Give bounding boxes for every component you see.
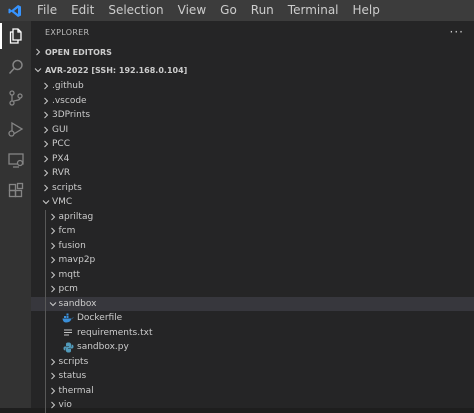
chevron-right-icon [41,184,51,192]
tree-item-label: PCC [52,139,70,150]
chevron-down-icon [48,300,58,308]
chevron-right-icon [48,256,58,264]
chevron-right-icon [48,387,58,395]
menu-bar: File Edit Selection View Go Run Terminal Help [30,0,387,21]
tree-item-label: status [58,371,87,382]
tree-item-label: GUI [52,124,69,135]
tree-file-requirements-txt[interactable]: requirements.txt [31,326,474,341]
menu-item-view[interactable]: View [171,0,213,21]
tree-item-label: RVR [52,168,71,179]
tree-item-label: requirements.txt [77,327,153,338]
file-tree: .github .vscode 3DPrints GUI PCC PX4 RVR script… [31,79,474,413]
text-file-icon [62,327,74,339]
chevron-right-icon [41,126,51,134]
menu-item-edit[interactable]: Edit [64,0,101,21]
tree-item-label: vio [58,400,72,411]
tree-item-label: mqtt [58,269,81,280]
chevron-right-icon [48,227,58,235]
docker-file-icon [62,312,74,324]
chevron-right-icon [48,358,58,366]
chevron-right-icon [41,97,51,105]
tree-item-label: .github [52,81,84,92]
chevron-right-icon [41,82,51,90]
run-debug-icon[interactable] [0,114,31,144]
vscode-logo-icon [0,0,30,21]
tree-folder-vio[interactable]: vio [31,398,474,413]
workspace-section[interactable]: AVR-2022 [SSH: 192.168.0.104] [31,61,474,79]
chevron-down-icon [31,66,45,74]
workspace-label: AVR-2022 [SSH: 192.168.0.104] [45,65,188,75]
tree-item-label: VMC [52,197,73,208]
remote-explorer-icon[interactable] [0,145,31,175]
chevron-right-icon [41,140,51,148]
chevron-right-icon [48,372,58,380]
tree-folder-pcc[interactable]: PCC [31,137,474,152]
tree-item-label: PX4 [52,153,70,164]
tree-item-label: sandbox [58,298,97,309]
tree-folder-gui[interactable]: GUI [31,123,474,138]
tree-item-label: Dockerfile [77,313,123,324]
tree-folder-scripts[interactable]: scripts [31,355,474,370]
chevron-right-icon [48,213,58,221]
menu-item-terminal[interactable]: Terminal [281,0,346,21]
chevron-right-icon [48,271,58,279]
chevron-down-icon [41,198,51,206]
extensions-icon[interactable] [0,176,31,206]
tree-item-label: thermal [58,385,94,396]
tree-item-label: 3DPrints [52,110,91,121]
tree-folder-fusion[interactable]: fusion [31,239,474,254]
tree-folder-sandbox[interactable]: sandbox [31,296,474,311]
menu-item-run[interactable]: Run [244,0,281,21]
tree-folder-mavp2p[interactable]: mavp2p [31,253,474,268]
tree-item-label: pcm [58,284,78,295]
explorer-header: EXPLORER ··· [31,21,474,43]
tree-file-sandbox-py[interactable]: sandbox.py [31,340,474,355]
source-control-icon[interactable] [0,83,31,113]
more-actions-icon[interactable]: ··· [450,25,464,39]
tree-folder-apriltag[interactable]: apriltag [31,210,474,225]
menu-item-go[interactable]: Go [213,0,244,21]
tree-folder-rvr[interactable]: RVR [31,166,474,181]
open-editors-section[interactable]: OPEN EDITORS [31,43,474,61]
tree-item-label: apriltag [58,211,94,222]
tree-item-label: sandbox.py [77,342,129,353]
menu-item-help[interactable]: Help [346,0,387,21]
chevron-right-icon [48,242,58,250]
tree-item-label: mavp2p [58,255,96,266]
explorer-sidebar: EXPLORER ··· OPEN EDITORS AVR-2022 [SSH:… [31,21,474,413]
tree-item-label: scripts [58,356,89,367]
tree-folder-3dprints[interactable]: 3DPrints [31,108,474,123]
tree-file-dockerfile[interactable]: Dockerfile [31,311,474,326]
tree-folder-px4[interactable]: PX4 [31,152,474,167]
tree-folder-status[interactable]: status [31,369,474,384]
activity-bar [0,21,31,408]
tree-item-label: .vscode [52,95,87,106]
search-icon[interactable] [0,52,31,82]
chevron-right-icon [31,48,45,56]
menu-item-selection[interactable]: Selection [101,0,170,21]
open-editors-label: OPEN EDITORS [45,47,112,57]
chevron-right-icon [41,111,51,119]
tree-folder-thermal[interactable]: thermal [31,384,474,399]
tree-folder-mqtt[interactable]: mqtt [31,268,474,283]
tree-item-label: fusion [58,240,86,251]
tree-folder-scripts[interactable]: scripts [31,181,474,196]
indent-guide [45,210,46,413]
tree-folder--vscode[interactable]: .vscode [31,94,474,109]
tree-folder--github[interactable]: .github [31,79,474,94]
chevron-right-icon [41,155,51,163]
explorer-title: EXPLORER [45,27,90,37]
explorer-icon[interactable] [0,21,31,51]
tree-item-label: scripts [52,182,82,193]
python-file-icon [62,341,74,353]
tree-folder-vmc[interactable]: VMC [31,195,474,210]
tree-folder-fcm[interactable]: fcm [31,224,474,239]
menu-item-file[interactable]: File [30,0,64,21]
chevron-right-icon [48,401,58,409]
chevron-right-icon [48,285,58,293]
tree-folder-pcm[interactable]: pcm [31,282,474,297]
title-bar: File Edit Selection View Go Run Terminal Help [0,0,474,21]
tree-item-label: fcm [58,226,76,237]
chevron-right-icon [41,169,51,177]
